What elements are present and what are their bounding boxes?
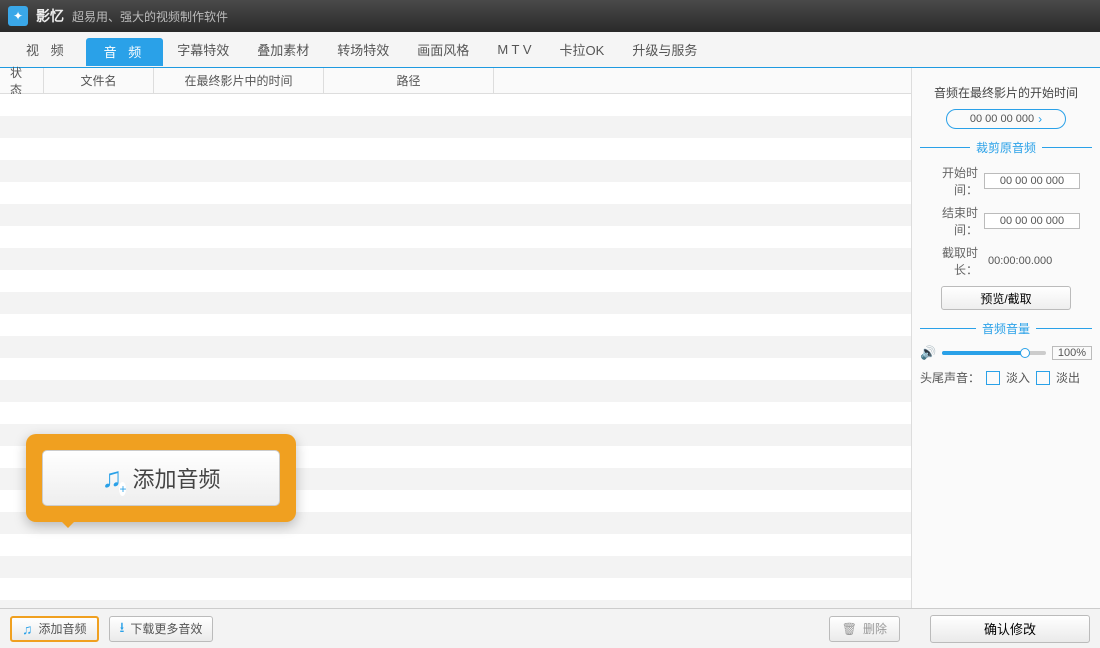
trim-end-label: 结束时间： [920,204,978,238]
volume-value[interactable]: 100% [1052,346,1092,360]
column-headers: 状态 文件名 在最终影片中的时间 路径 [0,68,911,94]
trim-start-label: 开始时间： [920,164,978,198]
music-note-icon: ♫+ [101,462,122,494]
volume-section-label: 音频音量 [920,320,1092,337]
download-more-label: 下载更多音效 [130,620,202,637]
trash-icon: 🗑 [842,622,857,636]
tab-karaoke[interactable]: 卡拉OK [546,32,619,68]
confirm-changes-button[interactable]: 确认修改 [930,615,1090,643]
trim-start-input[interactable] [984,173,1080,189]
bottom-toolbar: ♫ 添加音频 ⭳ 下载更多音效 🗑 删除 确认修改 [0,608,1100,648]
music-note-icon: ♫ [22,621,33,637]
delete-button[interactable]: 🗑 删除 [829,616,900,642]
download-more-effects-button[interactable]: ⭳ 下载更多音效 [109,616,214,642]
add-audio-callout: ♫+ 添加音频 [26,434,296,522]
add-audio-label: 添加音频 [39,620,87,637]
tab-subtitle[interactable]: 字幕特效 [163,32,243,68]
callout-label: 添加音频 [132,462,220,494]
col-filename[interactable]: 文件名 [44,68,154,93]
tab-upgrade[interactable]: 升级与服务 [618,32,711,68]
fade-in-label: 淡入 [1006,369,1030,386]
speaker-icon: 🔊 [920,345,936,361]
tab-transition[interactable]: 转场特效 [323,32,403,68]
download-icon: ⭳ [120,617,125,641]
tab-audio[interactable]: 音 频 [86,38,164,66]
add-audio-button[interactable]: ♫ 添加音频 [10,616,99,642]
plus-badge-icon: + [119,482,126,496]
col-time-in-final[interactable]: 在最终影片中的时间 [154,68,324,93]
tab-overlay[interactable]: 叠加素材 [243,32,323,68]
chevron-right-icon: › [1038,112,1042,126]
tab-mtv[interactable]: M T V [483,32,545,68]
app-logo-icon: ✦ [8,6,28,26]
trim-duration-label: 截取时长： [920,244,978,278]
trim-end-input[interactable] [984,213,1080,229]
start-time-value: 00 00 00 000 [970,113,1034,125]
fade-label: 头尾声音： [920,369,980,386]
fade-out-checkbox[interactable] [1036,371,1050,385]
trim-duration-value: 00:00:00.000 [984,254,1080,268]
app-tagline: 超易用、强大的视频制作软件 [72,8,228,25]
audio-list-pane: 状态 文件名 在最终影片中的时间 路径 ♫+ 添加音频 [0,68,912,608]
app-title: 影忆 [36,6,64,26]
audio-properties-pane: 音频在最终影片的开始时间 00 00 00 000 › 裁剪原音频 开始时间： … [912,68,1100,608]
volume-slider-thumb[interactable] [1020,348,1030,358]
add-audio-callout-button[interactable]: ♫+ 添加音频 [42,450,280,506]
preview-trim-button[interactable]: 预览/截取 [941,286,1071,310]
tab-style[interactable]: 画面风格 [403,32,483,68]
start-time-in-final-input[interactable]: 00 00 00 000 › [946,109,1066,129]
fade-in-checkbox[interactable] [986,371,1000,385]
title-bar: ✦ 影忆 超易用、强大的视频制作软件 [0,0,1100,32]
tab-video[interactable]: 视 频 [8,32,86,68]
tab-bar: 视 频 音 频 字幕特效 叠加素材 转场特效 画面风格 M T V 卡拉OK 升… [0,32,1100,68]
trim-section-label: 裁剪原音频 [920,139,1092,156]
start-time-heading: 音频在最终影片的开始时间 [920,84,1092,101]
fade-out-label: 淡出 [1056,369,1080,386]
col-path[interactable]: 路径 [324,68,494,93]
col-status[interactable]: 状态 [0,68,44,93]
delete-label: 删除 [863,620,887,637]
volume-slider[interactable] [942,351,1046,355]
audio-list-area[interactable]: ♫+ 添加音频 [0,94,911,608]
